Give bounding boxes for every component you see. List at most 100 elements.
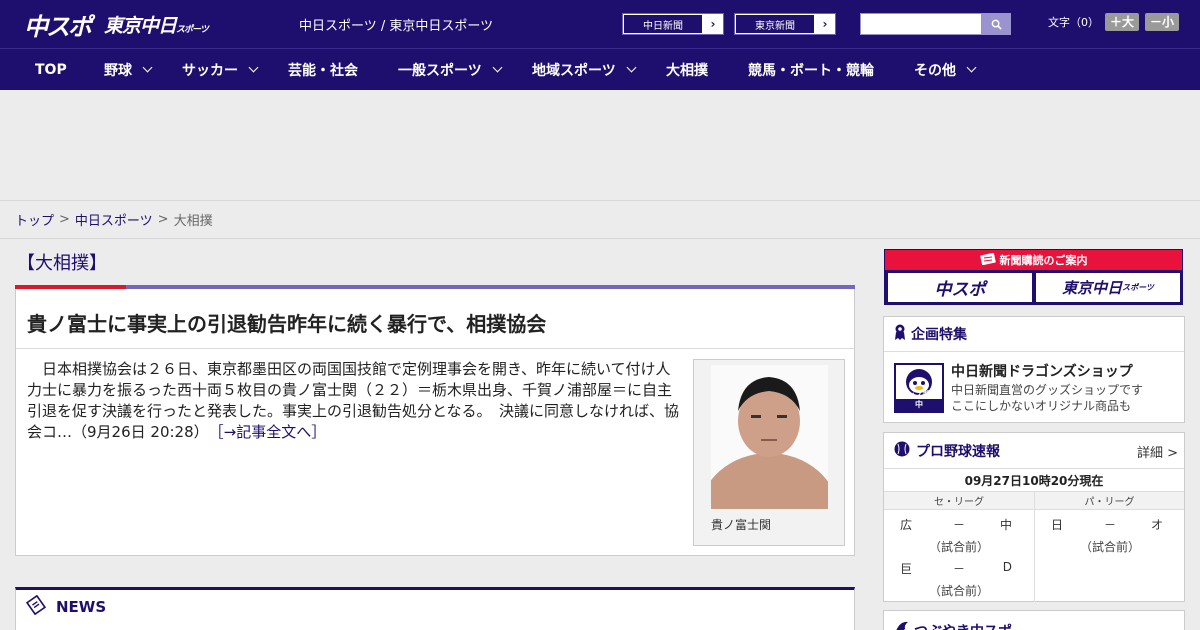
- breadcrumb: トップ > 中日スポーツ > 大相撲: [0, 200, 1200, 239]
- article-top-bar-accent: [15, 285, 126, 289]
- nav-item-label: その他: [914, 62, 956, 79]
- font-size-control: 文字（0） ＋大 －小: [1048, 13, 1180, 31]
- news-title: NEWS: [56, 598, 107, 616]
- subscription-title: 新聞購読のご案内: [999, 254, 1088, 267]
- bird-icon: [894, 619, 910, 630]
- nav-item-label: 大相撲: [666, 62, 708, 79]
- search-icon: [991, 19, 1002, 30]
- wrestler-photo[interactable]: [711, 365, 828, 509]
- baseball-detail-link[interactable]: 詳細 >: [1137, 442, 1178, 461]
- tsubuyaki-box: つぶやき中スポ: [883, 610, 1185, 630]
- subscribe-tokyo-chunichi-button[interactable]: 東京中日 スポーツ: [1036, 273, 1180, 302]
- dragons-shop-title[interactable]: 中日新聞ドラゴンズショップ: [951, 361, 1133, 381]
- font-smaller-button[interactable]: －小: [1145, 13, 1180, 31]
- site-logo[interactable]: 中スポ 東京中日スポーツ: [24, 7, 209, 42]
- breadcrumb-current: 大相撲: [173, 214, 213, 229]
- chevron-right-icon: ›: [815, 14, 835, 34]
- nav-item-sumo[interactable]: 大相撲: [666, 49, 708, 90]
- nav-item-racing[interactable]: 競馬・ボート・競輪: [748, 49, 874, 90]
- central-games: 広 － 中 （試合前） 巨 － D （試合前）: [884, 510, 1034, 602]
- nav-item-other[interactable]: その他: [914, 49, 977, 90]
- nav-item-general-sports[interactable]: 一般スポーツ: [398, 49, 503, 90]
- subscription-banner: 新聞購読のご案内 中スポ 東京中日 スポーツ: [884, 249, 1183, 305]
- subscribe-chuspo-label: 中スポ: [934, 280, 986, 300]
- subscription-header: 新聞購読のご案内: [885, 250, 1182, 270]
- shop-logo-text: グッズ販売中: [899, 390, 939, 409]
- baseball-updated: 09月27日10時20分現在: [884, 468, 1184, 492]
- chevron-down-icon: [626, 62, 637, 72]
- newspaper-icon: [979, 252, 996, 268]
- chunichi-shimbun-link[interactable]: 中日新聞 ›: [622, 13, 724, 35]
- site-title[interactable]: 中日スポーツ / 東京中日スポーツ: [299, 15, 493, 34]
- game-row[interactable]: 広 － 中 （試合前）: [884, 510, 1034, 554]
- article-card: 貴ノ富士に事実上の引退勧告昨年に続く暴行で、相撲協会 日本相撲協会は２６日、東京…: [15, 285, 855, 556]
- away-team: D: [1002, 560, 1012, 574]
- font-larger-button[interactable]: ＋大: [1105, 13, 1140, 31]
- away-team: 中: [999, 518, 1012, 532]
- game-row[interactable]: 日 － オ （試合前）: [1035, 510, 1185, 554]
- breadcrumb-separator: >: [59, 212, 70, 227]
- nav-item-label: TOP: [35, 61, 67, 78]
- nav-item-baseball[interactable]: 野球: [104, 49, 153, 90]
- photo-caption: 貴ノ富士関: [711, 518, 772, 532]
- article-body-text: 日本相撲協会は２６日、東京都墨田区の両国国技館で定例理事会を開き、昨年に続いて付…: [27, 360, 680, 441]
- divider: [16, 348, 854, 349]
- breadcrumb-separator: >: [157, 212, 169, 227]
- dragons-shop-desc: ここにしかないオリジナル商品も: [951, 399, 1132, 413]
- nav-item-top[interactable]: TOP: [35, 49, 67, 90]
- nav-item-soccer[interactable]: サッカー: [182, 49, 259, 90]
- chunichi-shimbun-label: 中日新聞: [623, 14, 703, 34]
- special-feature-box: 企画特集 グッズ販売中 中日新聞ドラゴンズショップ 中日新聞直営のグッズショップ…: [883, 316, 1185, 423]
- baseball-icon: [894, 441, 916, 461]
- chevron-right-icon: ›: [703, 14, 723, 34]
- search-input[interactable]: [860, 13, 982, 35]
- chevron-down-icon: [248, 62, 259, 72]
- score: －: [1104, 518, 1117, 532]
- search-button[interactable]: [982, 13, 1011, 35]
- game-status: （試合前）: [928, 584, 989, 598]
- nav-item-label: 芸能・社会: [288, 62, 358, 79]
- tokyo-shimbun-label: 東京新聞: [735, 14, 815, 34]
- dragons-shop-desc: 中日新聞直営のグッズショップです: [951, 383, 1144, 397]
- tsubuyaki-title: つぶやき中スポ: [914, 621, 1012, 630]
- game-row[interactable]: 巨 － D （試合前）: [884, 554, 1034, 598]
- score: －: [953, 518, 966, 532]
- nav-item-label: サッカー: [182, 62, 238, 79]
- baseball-scores-box: プロ野球速報 詳細 > 09月27日10時20分現在 セ・リーグ パ・リーグ 広…: [883, 432, 1185, 602]
- main-nav: TOP 野球 サッカー 芸能・社会 一般スポーツ 地域スポーツ 大相撲 競馬・ボ…: [0, 48, 1200, 90]
- score: －: [953, 562, 966, 576]
- chuspo-logo[interactable]: 中スポ: [24, 7, 92, 42]
- read-more-link[interactable]: ［→記事全文へ］: [216, 423, 326, 441]
- article-photo[interactable]: 貴ノ富士関: [693, 359, 845, 546]
- baseball-title: プロ野球速報: [916, 443, 1000, 460]
- breadcrumb-section-link[interactable]: 中日スポーツ: [75, 210, 153, 229]
- article-top-bar: [15, 285, 855, 289]
- game-status: （試合前）: [1079, 540, 1140, 554]
- tokyo-shimbun-link[interactable]: 東京新聞 ›: [734, 13, 836, 35]
- subscribe-chuspo-button[interactable]: 中スポ: [888, 273, 1032, 302]
- home-team: 広: [900, 518, 913, 532]
- breadcrumb-home-link[interactable]: トップ: [15, 210, 54, 229]
- home-team: 巨: [900, 562, 913, 576]
- category-heading: 【大相撲】: [17, 253, 107, 274]
- chevron-down-icon: [492, 62, 503, 72]
- tokyo-chunichi-logo[interactable]: 東京中日スポーツ: [104, 11, 209, 38]
- dragons-shop-logo[interactable]: グッズ販売中: [894, 363, 944, 413]
- away-team: オ: [1150, 518, 1163, 532]
- tokyo-chunichi-logo-sub: スポーツ: [176, 24, 209, 35]
- game-status: （試合前）: [928, 540, 989, 554]
- chevron-down-icon: [966, 62, 977, 72]
- wrestler-photo-image: [711, 365, 828, 509]
- central-league-label: セ・リーグ: [884, 492, 1034, 510]
- subscribe-tokyo-label: 東京中日: [1062, 279, 1123, 297]
- nav-item-entertainment[interactable]: 芸能・社会: [288, 49, 358, 90]
- article-headline[interactable]: 貴ノ富士に事実上の引退勧告昨年に続く暴行で、相撲協会: [27, 308, 546, 337]
- chevron-down-icon: [142, 62, 153, 72]
- nav-item-label: 地域スポーツ: [532, 62, 616, 79]
- news-section: NEWS: [15, 587, 855, 630]
- nav-item-regional-sports[interactable]: 地域スポーツ: [532, 49, 637, 90]
- news-icon: [25, 594, 47, 619]
- article-summary: 日本相撲協会は２６日、東京都墨田区の両国国技館で定例理事会を開き、昨年に続いて付…: [27, 359, 683, 443]
- special-feature-header: 企画特集: [884, 317, 1184, 352]
- pacific-league-label: パ・リーグ: [1034, 492, 1184, 510]
